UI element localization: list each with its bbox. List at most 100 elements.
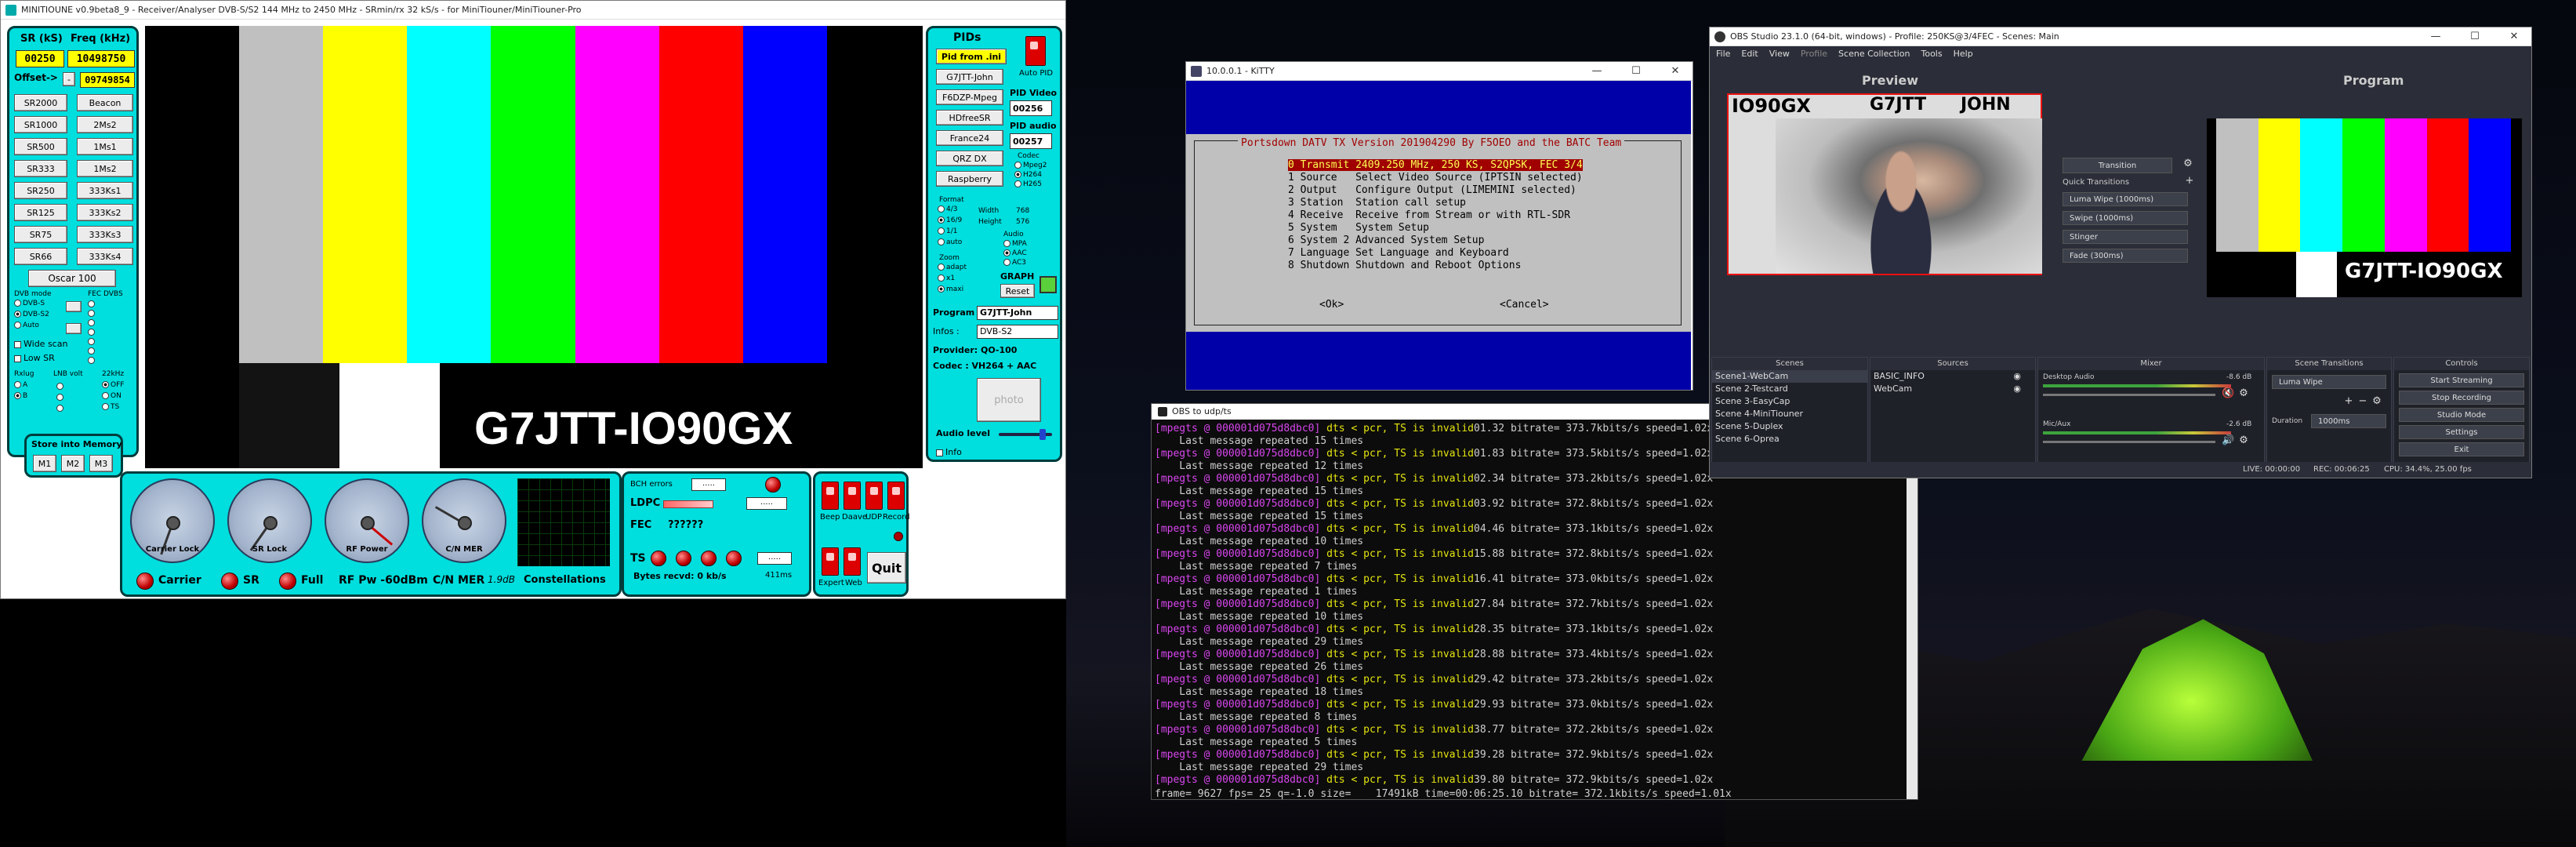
zoom-maxi[interactable]: maxi — [938, 285, 963, 293]
sr-value[interactable]: 00250 — [16, 50, 64, 67]
rxlug-b[interactable]: B — [14, 392, 27, 400]
sr2000-button[interactable]: SR2000 — [14, 94, 67, 111]
source-basic-info[interactable]: BASIC_INFO ◉ — [1870, 370, 2035, 383]
minitioune-titlebar[interactable]: MINITIOUNE v0.9beta8_9 - Receiver/Analys… — [1, 1, 1065, 20]
wide-scan-check[interactable]: Wide scan — [14, 339, 67, 349]
scene-2[interactable]: Scene 2-Testcard — [1712, 383, 1867, 395]
sr125-button[interactable]: SR125 — [14, 204, 67, 221]
zoom-adapt[interactable]: adapt — [938, 264, 967, 271]
beacon-button[interactable]: Beacon — [77, 94, 133, 111]
menu-tools[interactable]: Tools — [1921, 48, 1943, 60]
menu-item-5[interactable]: 5 System System Setup — [1288, 222, 1429, 234]
fec-small-button-2[interactable] — [66, 323, 82, 334]
expert-switch[interactable] — [822, 547, 839, 576]
preset-hdfreesr[interactable]: HDfreeSR — [936, 110, 1003, 125]
duration-input[interactable]: 1000ms — [2311, 414, 2386, 428]
quick-transition-1[interactable]: Luma Wipe (1000ms) — [2063, 192, 2188, 206]
codec-h264[interactable]: H264 — [1014, 171, 1042, 179]
audio-aac[interactable]: AAC — [1003, 249, 1027, 257]
menu-item-3[interactable]: 3 Station Station call setup — [1288, 197, 1466, 209]
add-transition-icon[interactable]: + — [2342, 395, 2355, 407]
offset-minus-button[interactable]: - — [63, 72, 75, 86]
menu-profile[interactable]: Profile — [1801, 48, 1827, 60]
oscar100-button[interactable]: Oscar 100 — [28, 270, 116, 287]
mixer-desktop-mute-icon[interactable]: 🔇 — [2222, 387, 2234, 399]
menu-scene-collection[interactable]: Scene Collection — [1838, 48, 1910, 60]
scene-4[interactable]: Scene 4-MiniTiouner — [1712, 408, 1867, 420]
studio-mode-button[interactable]: Studio Mode — [2399, 408, 2524, 422]
preset-france24[interactable]: France24 — [936, 130, 1003, 146]
record-switch[interactable] — [887, 482, 905, 510]
auto-pid-switch[interactable] — [1025, 36, 1046, 66]
menu-file[interactable]: File — [1716, 48, 1730, 60]
remove-transition-icon[interactable]: − — [2356, 395, 2369, 407]
mixer-mic-slider[interactable] — [2043, 441, 2215, 443]
menu-item-4[interactable]: 4 Receive Receive from Stream or with RT… — [1288, 209, 1570, 221]
dvb-mode-dvbs[interactable]: DVB-S — [14, 300, 45, 307]
pid-audio-value[interactable]: 00257 — [1010, 133, 1052, 149]
minimize-icon[interactable]: — — [1580, 65, 1614, 77]
333ks3-button[interactable]: 333Ks3 — [77, 226, 133, 243]
quick-transition-2[interactable]: Swipe (1000ms) — [2063, 211, 2188, 225]
obs-titlebar[interactable]: OBS Studio 23.1.0 (64-bit, windows) - Pr… — [1710, 27, 2531, 46]
obs-close-icon[interactable]: ✕ — [2497, 31, 2531, 42]
menu-item-8[interactable]: 8 Shutdown Shutdown and Reboot Options — [1288, 260, 1521, 271]
menu-view[interactable]: View — [1769, 48, 1790, 60]
lnb-options[interactable] — [56, 381, 65, 414]
menu-help[interactable]: Help — [1954, 48, 1973, 60]
22khz-ts[interactable]: TS — [102, 403, 119, 411]
transition-gear-icon[interactable]: ⚙ — [2180, 158, 2196, 169]
mixer-desktop-slider[interactable] — [2043, 394, 2215, 396]
start-streaming-button[interactable]: Start Streaming — [2399, 373, 2524, 387]
preset-qrz-dx[interactable]: QRZ DX — [936, 151, 1003, 166]
mixer-desktop-gear-icon[interactable]: ⚙ — [2237, 387, 2250, 399]
m2-button[interactable]: M2 — [61, 455, 85, 472]
offset-value[interactable]: 09749854 — [80, 72, 135, 88]
settings-button[interactable]: Settings — [2399, 425, 2524, 439]
low-sr-check[interactable]: Low SR — [14, 353, 55, 363]
22khz-on[interactable]: ON — [102, 392, 122, 400]
format-169[interactable]: 16/9 — [938, 216, 962, 224]
333ks1-button[interactable]: 333Ks1 — [77, 182, 133, 199]
333ks4-button[interactable]: 333Ks4 — [77, 248, 133, 265]
kitty-terminal[interactable]: Portsdown DATV TX Version 201904290 By F… — [1186, 81, 1691, 390]
fec-options[interactable] — [88, 300, 96, 365]
menu-item-6[interactable]: 6 System 2 Advanced System Setup — [1288, 234, 1484, 246]
pid-from-ini-button[interactable]: Pid from .ini — [936, 49, 1007, 64]
333ks2-button[interactable]: 333Ks2 — [77, 204, 133, 221]
codec-h265[interactable]: H265 — [1014, 180, 1042, 188]
sr75-button[interactable]: SR75 — [14, 226, 67, 243]
format-auto[interactable]: auto — [938, 238, 962, 246]
quick-transition-3[interactable]: Stinger — [2063, 230, 2188, 244]
daave-switch[interactable] — [844, 482, 861, 510]
sr1000-button[interactable]: SR1000 — [14, 116, 67, 133]
menu-item-1[interactable]: 1 Source Select Video Source (IPTSIN sel… — [1288, 172, 1583, 184]
beep-switch[interactable] — [822, 482, 839, 510]
obs-minimize-icon[interactable]: — — [2418, 31, 2453, 42]
audio-mpa[interactable]: MPA — [1003, 240, 1027, 248]
info-check[interactable]: Info — [936, 447, 962, 457]
transition-settings-icon[interactable]: ⚙ — [2371, 395, 2383, 407]
source-webcam[interactable]: WebCam ◉ — [1870, 383, 2035, 395]
fec-small-button-1[interactable] — [66, 301, 82, 312]
preset-f6dzp-mpeg[interactable]: F6DZP-Mpeg — [936, 89, 1003, 105]
pid-video-value[interactable]: 00256 — [1010, 100, 1052, 116]
web-switch[interactable] — [844, 547, 861, 576]
maximize-icon[interactable]: ☐ — [1619, 65, 1653, 77]
reset-button[interactable]: Reset — [1000, 284, 1035, 298]
audio-ac3[interactable]: AC3 — [1003, 259, 1026, 267]
22khz-off[interactable]: OFF — [102, 381, 124, 389]
mixer-mic-gear-icon[interactable]: ⚙ — [2237, 434, 2250, 446]
sr333-button[interactable]: SR333 — [14, 160, 67, 177]
2ms2-button[interactable]: 2Ms2 — [77, 116, 133, 133]
kitty-titlebar[interactable]: 10.0.0.1 - KiTTY — ☐ ✕ — [1186, 62, 1693, 81]
sr250-button[interactable]: SR250 — [14, 182, 67, 199]
1ms2-button[interactable]: 1Ms2 — [77, 160, 133, 177]
preview-canvas[interactable]: IO90GX G7JTT JOHN — [1727, 93, 2042, 275]
menu-edit[interactable]: Edit — [1741, 48, 1758, 60]
cancel-button[interactable]: <Cancel> — [1500, 299, 1549, 311]
close-icon[interactable]: ✕ — [1658, 65, 1693, 77]
freq-value[interactable]: 10498750 — [67, 50, 135, 67]
dvb-mode-auto[interactable]: Auto — [14, 322, 39, 329]
dvb-mode-dvbs2[interactable]: DVB-S2 — [14, 311, 49, 318]
